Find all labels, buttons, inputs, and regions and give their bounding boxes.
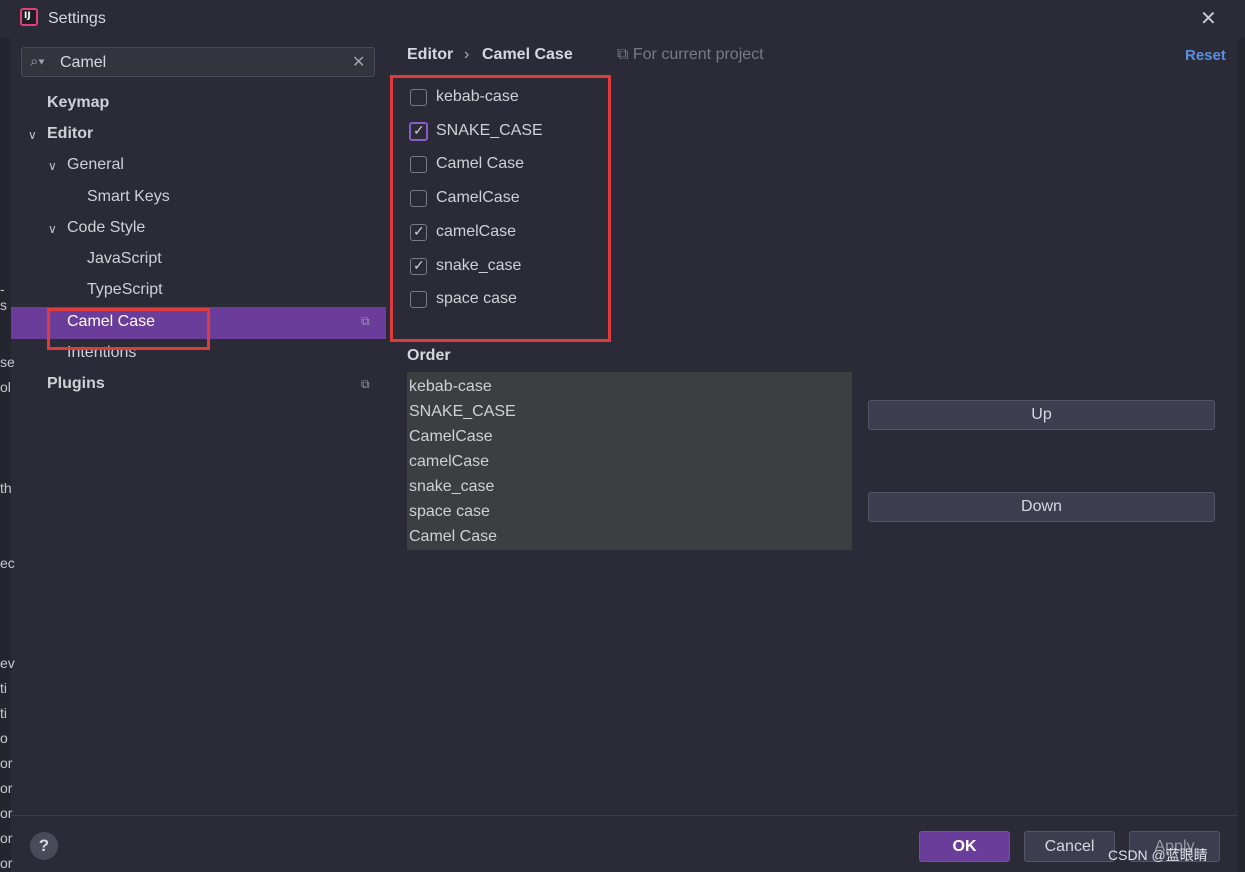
list-item[interactable]: camelCase — [409, 453, 489, 471]
checkbox[interactable]: ✓ — [409, 122, 428, 141]
footer-divider — [11, 815, 1238, 816]
chevron-down-icon[interactable]: ∨ — [48, 159, 57, 173]
checkbox[interactable] — [410, 156, 427, 173]
tree-item-plugins[interactable]: Plugins — [47, 375, 105, 393]
checkbox[interactable]: ✓ — [410, 257, 427, 275]
list-item[interactable]: space case — [409, 503, 490, 521]
project-scope-icon: ⧉ — [361, 314, 370, 328]
settings-search-box[interactable]: ⌕▾ ✕ — [21, 47, 375, 77]
move-down-button[interactable]: Down — [868, 492, 1215, 522]
help-button[interactable]: ? — [30, 832, 58, 860]
chevron-down-icon[interactable]: ∨ — [48, 222, 57, 236]
tree-item-code-style[interactable]: Code Style — [67, 219, 145, 237]
search-input[interactable] — [58, 52, 342, 74]
tree-item-general[interactable]: General — [67, 156, 124, 174]
window-title: Settings — [48, 10, 106, 27]
list-item[interactable]: Camel Case — [409, 528, 497, 546]
highlight-annotation-box — [47, 308, 210, 350]
checkbox[interactable] — [410, 190, 427, 207]
order-label: Order — [407, 347, 451, 364]
breadcrumb-current: Camel Case — [482, 46, 573, 63]
scope-label: ⧉ For current project — [617, 46, 764, 63]
title-bar: IJ Settings ✕ — [0, 0, 1245, 38]
cancel-button[interactable]: Cancel — [1024, 831, 1115, 862]
project-scope-icon: ⧉ — [361, 377, 370, 391]
clear-search-icon[interactable]: ✕ — [352, 52, 365, 72]
breadcrumb-separator: › — [464, 46, 470, 63]
checkbox[interactable]: ✓ — [410, 223, 427, 241]
move-up-button[interactable]: Up — [868, 400, 1215, 430]
reset-link[interactable]: Reset — [1185, 47, 1226, 64]
project-scope-icon: ⧉ — [617, 46, 633, 63]
breadcrumb-parent: Editor — [407, 46, 454, 63]
background-editor-strip-right — [1238, 38, 1245, 872]
checkbox[interactable] — [410, 89, 427, 106]
order-list[interactable]: kebab-case SNAKE_CASE CamelCase camelCas… — [407, 372, 852, 550]
tree-item-typescript[interactable]: TypeScript — [87, 281, 163, 299]
list-item[interactable]: snake_case — [409, 478, 494, 496]
background-editor-strip: -s se ol th ec ev ti ti o or or or or or — [0, 38, 15, 872]
intellij-app-icon: IJ — [20, 8, 38, 26]
chevron-down-icon[interactable]: ∨ — [28, 128, 37, 142]
tree-item-smart-keys[interactable]: Smart Keys — [87, 188, 170, 206]
tree-item-keymap[interactable]: Keymap — [47, 94, 109, 112]
checkbox[interactable] — [410, 291, 427, 308]
search-icon: ⌕▾ — [30, 53, 45, 70]
list-item[interactable]: CamelCase — [409, 428, 493, 446]
close-icon[interactable]: ✕ — [1200, 6, 1217, 31]
tree-item-javascript[interactable]: JavaScript — [87, 250, 162, 268]
watermark: CSDN @蓝眼睛 — [1108, 847, 1208, 863]
tree-item-editor[interactable]: Editor — [47, 125, 93, 143]
list-item[interactable]: SNAKE_CASE — [409, 403, 516, 421]
ok-button[interactable]: OK — [919, 831, 1010, 862]
list-item[interactable]: kebab-case — [409, 378, 492, 396]
